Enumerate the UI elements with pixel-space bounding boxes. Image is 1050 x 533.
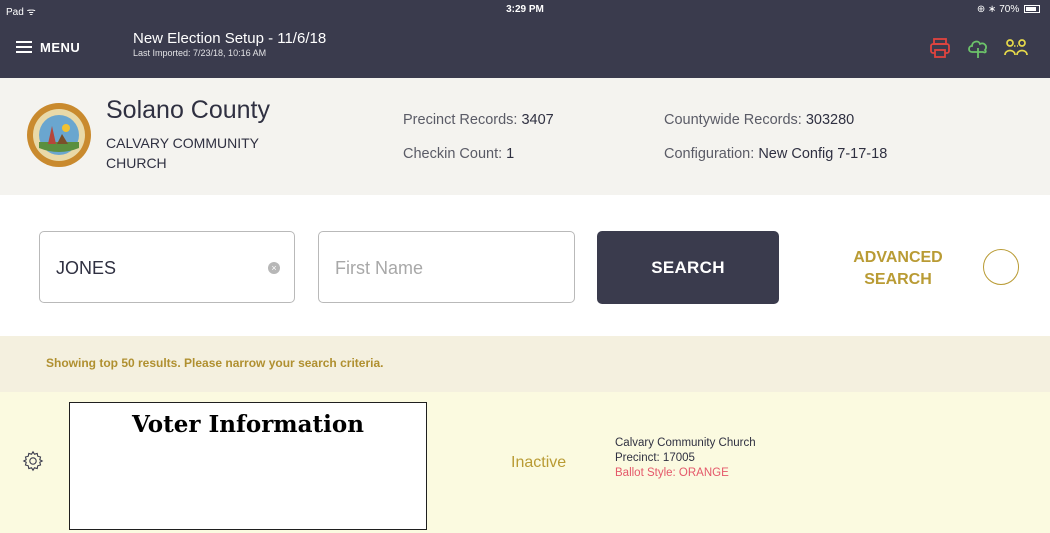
- cloud-tree-icon[interactable]: [966, 36, 990, 60]
- voter-status: Inactive: [511, 454, 567, 471]
- clear-icon[interactable]: ×: [268, 262, 280, 274]
- last-name-input[interactable]: [56, 254, 256, 282]
- battery-icon: [1024, 5, 1040, 13]
- printer-icon[interactable]: [928, 36, 952, 60]
- users-icon[interactable]: [1004, 36, 1028, 60]
- election-info: New Election Setup - 11/6/18 Last Import…: [133, 30, 326, 58]
- precinct-info: Calvary Community Church Precinct: 17005…: [615, 436, 756, 481]
- result-row[interactable]: Voter Information Inactive Calvary Commu…: [0, 392, 1050, 533]
- results-message: Showing top 50 results. Please narrow yo…: [46, 356, 384, 370]
- search-area: × SEARCH ADVANCED SEARCH: [0, 195, 1050, 336]
- last-name-field[interactable]: ×: [39, 231, 295, 303]
- voter-information-box: Voter Information: [69, 402, 427, 530]
- row-ballot-style: Ballot Style: ORANGE: [615, 467, 729, 479]
- first-name-input[interactable]: [335, 254, 535, 282]
- status-time: 3:29 PM: [506, 4, 544, 15]
- row-precinct: Precinct: 17005: [615, 452, 695, 464]
- configuration: Configuration: New Config 7-17-18: [664, 146, 888, 162]
- precinct-records: Precinct Records: 3407: [403, 112, 554, 128]
- search-button[interactable]: SEARCH: [597, 231, 779, 304]
- nav-icons: [928, 36, 1028, 60]
- county-header: Solano County CALVARY COMMUNITY CHURCH P…: [0, 78, 1050, 195]
- countywide-records: Countywide Records: 303280: [664, 112, 855, 128]
- battery-status: ⊕ ∗ 70%: [977, 4, 1040, 15]
- checkin-count: Checkin Count: 1: [403, 146, 515, 162]
- last-imported: Last Imported: 7/23/18, 10:16 AM: [133, 48, 267, 58]
- polling-location: CALVARY COMMUNITY CHURCH: [106, 135, 259, 171]
- menu-button[interactable]: MENU: [16, 33, 80, 61]
- gear-icon[interactable]: [22, 450, 44, 472]
- hamburger-icon: [16, 41, 32, 53]
- row-location: Calvary Community Church: [615, 437, 756, 449]
- top-bar: Pad ᯤ 3:29 PM ⊕ ∗ 70% MENU New Election …: [0, 0, 1050, 78]
- voter-information-label: Voter Information: [132, 411, 364, 438]
- election-title: New Election Setup - 11/6/18: [133, 30, 327, 47]
- advanced-search-link[interactable]: ADVANCED SEARCH: [838, 247, 958, 291]
- results-banner: Showing top 50 results. Please narrow yo…: [0, 336, 1050, 392]
- county-name: Solano County: [106, 96, 271, 124]
- menu-label: MENU: [40, 39, 81, 55]
- status-bar: Pad ᯤ 3:29 PM ⊕ ∗ 70%: [0, 0, 1050, 20]
- county-seal-icon: [27, 103, 91, 167]
- advanced-search-toggle[interactable]: [983, 249, 1019, 285]
- first-name-field[interactable]: [318, 231, 575, 303]
